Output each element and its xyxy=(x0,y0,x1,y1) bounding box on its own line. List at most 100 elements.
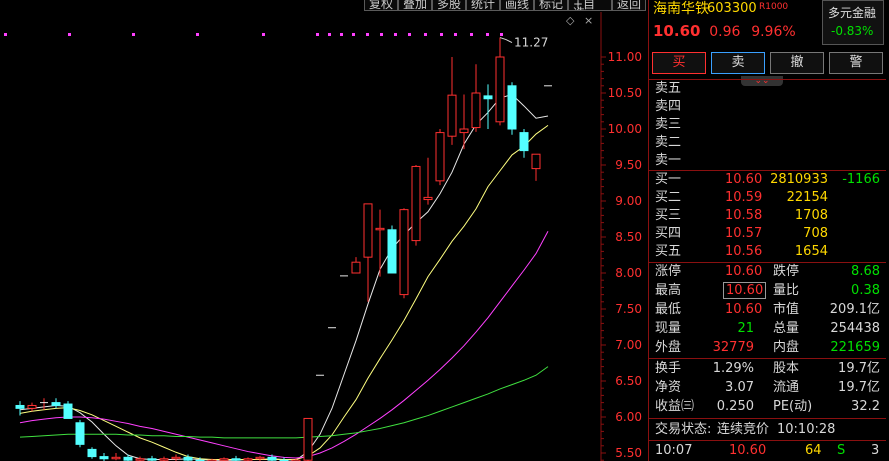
bid-label: 买三 xyxy=(655,208,682,223)
y-tick-label: 7.00 xyxy=(615,338,642,352)
ask-label: 卖四 xyxy=(655,99,682,114)
stock-code: 603300 xyxy=(707,1,757,16)
y-tick-label: 11.00 xyxy=(608,50,642,64)
stock-name: 海南华铁 xyxy=(653,1,709,17)
candle-body xyxy=(495,56,505,123)
candle-body xyxy=(471,92,481,129)
toolbar-button-mark[interactable]: 标记 xyxy=(534,0,568,11)
nav-value: 3.07 xyxy=(725,380,754,395)
candle-body xyxy=(63,403,73,419)
kline-chart-area[interactable]: 11.00 10.50 10.00 9.50 9.00 8.50 8.00 7.50 7.00 6… xyxy=(0,0,647,461)
candle-body xyxy=(351,261,361,274)
y-tick-label: 9.50 xyxy=(615,158,642,172)
chart-toolbar: 复权 叠加 多股 统计 画线 标记 +自选 返回 xyxy=(364,0,647,11)
stats-row-turnover: 换手 1.29% 股本 19.7亿 xyxy=(649,360,886,378)
limit-down-label: 跌停 xyxy=(773,264,800,279)
trade-status-row: 交易状态: 连续竞价 10:10:28 xyxy=(649,421,886,439)
shares-value: 19.7亿 xyxy=(838,361,880,376)
candle-body xyxy=(375,227,385,231)
bid-label: 买一 xyxy=(655,172,682,187)
toolbar-button-draw[interactable]: 画线 xyxy=(500,0,534,11)
toolbar-button-overlay[interactable]: 叠加 xyxy=(398,0,432,11)
y-tick-label: 10.00 xyxy=(608,122,642,136)
ask-row-2: 卖二 xyxy=(649,134,886,152)
eps-value: 0.250 xyxy=(716,399,754,414)
top-marker-dot xyxy=(132,33,135,36)
tick-count: 3 xyxy=(871,443,880,458)
top-marker-dot xyxy=(500,33,503,36)
price-change-pct: 9.96% xyxy=(751,24,796,40)
top-marker-dot xyxy=(440,33,443,36)
top-marker-dot xyxy=(454,33,457,36)
top-marker-dot xyxy=(68,33,71,36)
stats-row-nav: 净资 3.07 流通 19.7亿 xyxy=(649,379,886,397)
candle-body xyxy=(399,209,409,296)
bid-row-1: 买一 10.60 2810933 -1166 xyxy=(649,171,886,189)
expand-icon[interactable]: ◇ xyxy=(566,14,574,27)
candle-body xyxy=(99,456,109,460)
y-tick-label: 6.00 xyxy=(615,410,642,424)
candle-body xyxy=(531,153,541,170)
top-marker-dot xyxy=(470,33,473,36)
candle-body xyxy=(51,402,61,406)
bid-label: 买二 xyxy=(655,190,682,205)
candle-body xyxy=(435,132,445,182)
high-label: 最高 xyxy=(655,283,682,298)
candle-body xyxy=(75,422,85,445)
inner-value: 221659 xyxy=(830,340,880,355)
ask-label: 卖一 xyxy=(655,153,682,168)
shares-label: 股本 xyxy=(773,361,800,376)
sector-box[interactable]: 多元金融 -0.83% xyxy=(822,0,884,45)
candle-body xyxy=(87,448,97,458)
candle-body xyxy=(387,229,397,274)
total-vol-value: 254438 xyxy=(830,321,880,336)
chart-controls: ◇ × xyxy=(566,14,593,27)
stats-row-low: 最低 10.60 市值 209.1亿 xyxy=(649,301,886,319)
vol-ratio-value: 0.38 xyxy=(851,283,880,298)
float-value: 19.7亿 xyxy=(838,380,880,395)
toolbar-button-back[interactable]: 返回 xyxy=(612,0,647,11)
mkt-cap-value: 209.1亿 xyxy=(829,302,880,317)
candle-body xyxy=(519,132,529,152)
limit-up-label: 涨停 xyxy=(655,264,682,279)
nav-label: 净资 xyxy=(655,380,682,395)
bid-row-2: 买二 10.59 22154 xyxy=(649,189,886,207)
bid-label: 买四 xyxy=(655,226,682,241)
candle-body xyxy=(459,128,469,134)
candle-body xyxy=(183,456,193,461)
kline-chart[interactable]: 11.00 10.50 10.00 9.50 9.00 8.50 8.00 7.50 7.00 6… xyxy=(0,0,646,461)
trade-status-value: 连续竞价 xyxy=(717,422,770,437)
inner-label: 内盘 xyxy=(773,340,800,355)
trade-buttons: 买 卖 撤 警 xyxy=(652,52,883,74)
top-marker-dot xyxy=(316,33,319,36)
ask-label: 卖五 xyxy=(655,81,682,96)
close-icon[interactable]: × xyxy=(584,14,593,27)
toolbar-button-stats[interactable]: 统计 xyxy=(466,0,500,11)
candle-body xyxy=(507,85,517,130)
top-marker-dot xyxy=(408,33,411,36)
toolbar-button-watchlist[interactable]: +自选 xyxy=(568,0,613,11)
bid-volume: 1708 xyxy=(794,208,828,223)
tick-row: 10:07 10.60 64 S 3 xyxy=(649,442,886,460)
outer-value: 32779 xyxy=(712,340,754,355)
sell-button[interactable]: 卖 xyxy=(711,52,765,74)
y-tick-label: 8.00 xyxy=(615,266,642,280)
top-marker-dot xyxy=(394,33,397,36)
bid-row-3: 买三 10.58 1708 xyxy=(649,207,886,225)
candle-body xyxy=(111,456,121,460)
y-tick-label: 7.50 xyxy=(615,302,642,316)
tick-price: 10.60 xyxy=(729,443,767,458)
top-marker-dot xyxy=(380,33,383,36)
alert-button[interactable]: 警 xyxy=(829,52,883,74)
tick-side: S xyxy=(837,443,846,458)
r-badge: R1000 xyxy=(759,2,789,12)
toolbar-button-multi[interactable]: 多股 xyxy=(432,0,466,11)
buy-button[interactable]: 买 xyxy=(652,52,706,74)
toolbar-button-adjust[interactable]: 复权 xyxy=(364,0,398,11)
low-value: 10.60 xyxy=(725,302,763,317)
candle-body xyxy=(243,458,253,461)
bid-row-4: 买四 10.57 708 xyxy=(649,225,886,243)
last-vol-label: 现量 xyxy=(655,321,682,336)
cancel-order-button[interactable]: 撤 xyxy=(770,52,824,74)
top-marker-dot xyxy=(262,33,265,36)
